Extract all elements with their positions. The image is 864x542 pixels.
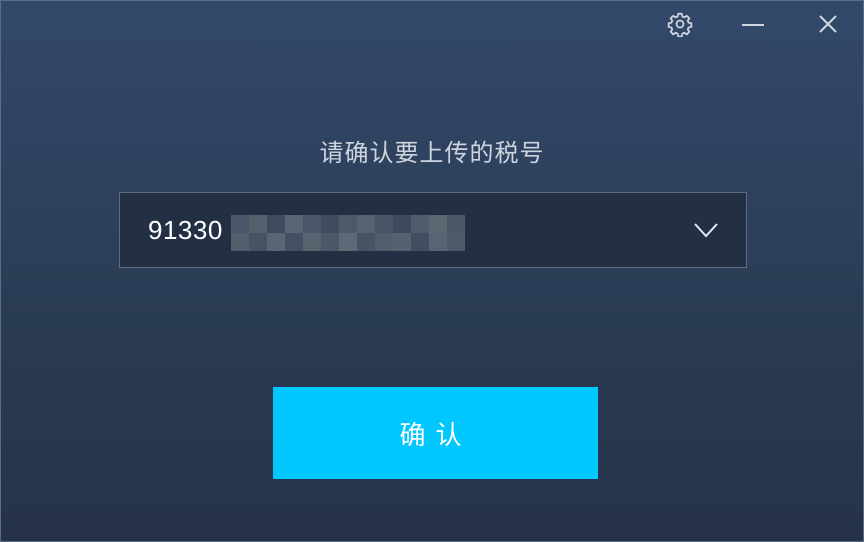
close-button[interactable] (811, 7, 845, 41)
tax-id-select[interactable]: 91330 (119, 192, 747, 268)
prompt-text: 请确认要上传的税号 (319, 139, 545, 167)
minimize-button[interactable] (736, 7, 770, 41)
upload-tax-id-dialog: 请确认要上传的税号 91330 确认 (0, 0, 864, 542)
minimize-icon (742, 24, 764, 26)
redacted-tax-id-mask (231, 215, 465, 251)
chevron-down-icon (694, 223, 718, 238)
confirm-button[interactable]: 确认 (273, 387, 598, 479)
gear-icon (667, 12, 693, 37)
close-icon (819, 15, 837, 33)
settings-button[interactable] (663, 7, 697, 41)
tax-id-value: 91330 (148, 215, 223, 245)
